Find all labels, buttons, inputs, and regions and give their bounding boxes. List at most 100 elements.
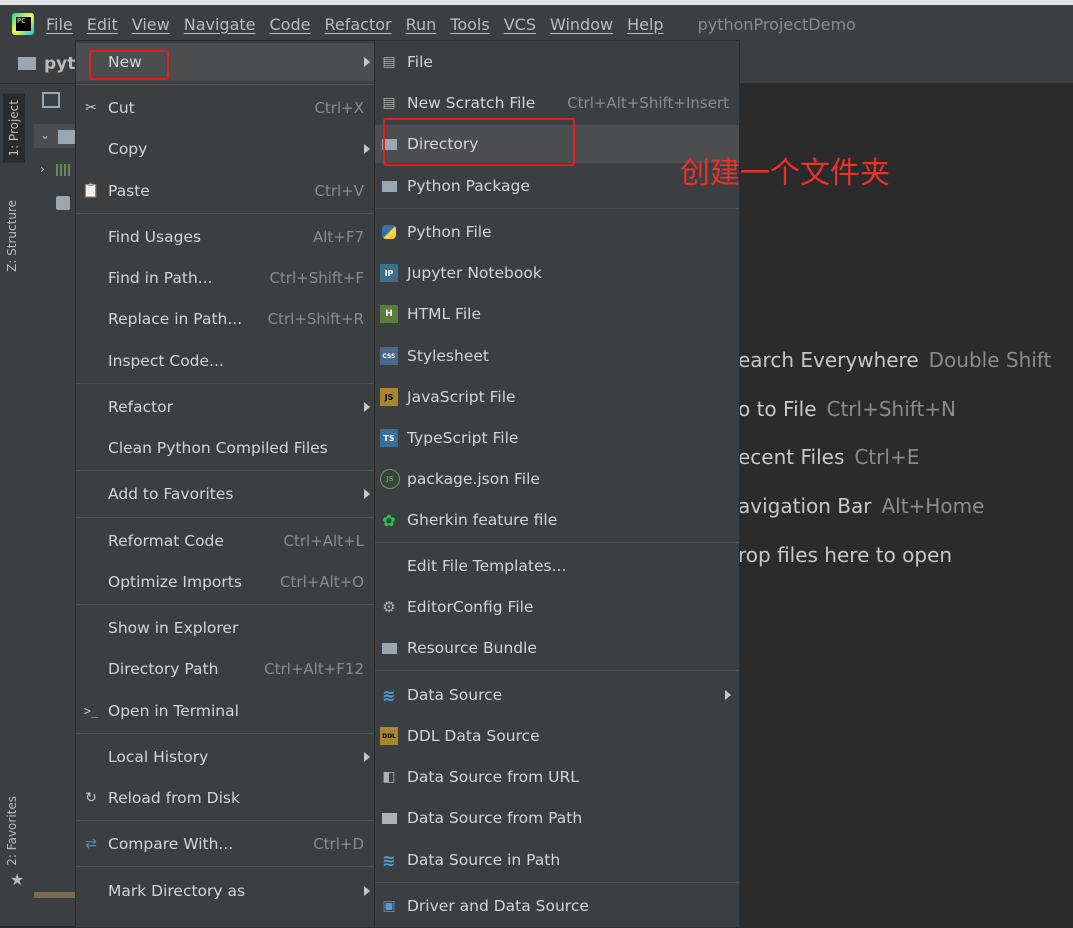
submenu-scratch-file[interactable]: ▤ New Scratch File Ctrl+Alt+Shift+Insert [375,84,739,122]
submenu-html-label: HTML File [407,305,481,323]
menu-reformat-code[interactable]: Reformat Code Ctrl+Alt+L [76,522,374,560]
annotation-text: 创建一个文件夹 [680,156,890,191]
menu-clean-compiled[interactable]: Clean Python Compiled Files [76,429,374,467]
menu-reload-from-disk[interactable]: ↻ Reload from Disk [76,779,374,817]
menu-show-in-explorer[interactable]: Show in Explorer [76,609,374,647]
menu-optimize-shortcut: Ctrl+Alt+O [280,573,364,591]
menu-find-in-path-shortcut: Ctrl+Shift+F [269,269,364,287]
menu-copy-label: Copy [108,140,148,158]
menu-copy[interactable]: Copy [76,130,374,168]
submenu-html[interactable]: H HTML File [375,295,739,333]
chevron-down-icon[interactable]: ⌄ [40,128,50,142]
submenu-ds-in-path[interactable]: ≋ Data Source in Path [375,841,739,879]
menu-terminal-label: Open in Terminal [108,702,239,720]
menu-inspect-code-label: Inspect Code... [108,352,224,370]
menu-find-in-path[interactable]: Find in Path... Ctrl+Shift+F [76,259,374,297]
tab-structure[interactable]: Z: Structure [5,200,19,272]
submenu-ddl-data-source[interactable]: DDL DDL Data Source [375,717,739,755]
menu-run[interactable]: Run [406,15,437,34]
html-file-icon: H [380,305,398,323]
submenu-ds-from-url[interactable]: ◧ Data Source from URL [375,758,739,796]
menu-replace-in-path[interactable]: Replace in Path... Ctrl+Shift+R [76,300,374,338]
menu-local-history[interactable]: Local History [76,738,374,776]
pycharm-logo-icon: PC [12,13,34,35]
submenu-gherkin[interactable]: ✿ Gherkin feature file [375,501,739,539]
menu-file[interactable]: File [46,15,73,34]
separator [76,517,374,518]
submenu-package-json[interactable]: JS package.json File [375,460,739,498]
menu-paste-shortcut: Ctrl+V [314,182,364,200]
submenu-typescript[interactable]: TS TypeScript File [375,419,739,457]
database-icon: ≋ [382,685,396,705]
menu-code[interactable]: Code [270,15,311,34]
chevron-right-icon[interactable]: › [40,162,45,176]
css-file-icon: CSS [380,347,398,365]
menu-view[interactable]: View [132,15,170,34]
menu-navigate[interactable]: Navigate [184,15,256,34]
url-datasource-icon: ◧ [382,769,396,785]
submenu-editorconfig[interactable]: ⚙ EditorConfig File [375,588,739,626]
menu-window[interactable]: Window [550,15,613,34]
menu-tools[interactable]: Tools [450,15,489,34]
submenu-stylesheet[interactable]: CSS Stylesheet [375,337,739,375]
project-view-icon [42,92,60,108]
chevron-right-icon [364,57,370,67]
menu-vcs[interactable]: VCS [504,15,536,34]
menu-open-terminal[interactable]: >_ Open in Terminal [76,692,374,730]
tab-project[interactable]: 1: Project [3,94,25,163]
hint-label: avigation Bar [738,494,872,518]
scissors-icon: ✂ [85,100,97,116]
annotation-box-new [89,50,169,80]
python-file-icon [380,223,398,241]
menu-find-usages[interactable]: Find Usages Alt+F7 [76,218,374,256]
menu-paste[interactable]: 📋 Paste Ctrl+V [76,172,374,210]
menu-cut[interactable]: ✂ Cut Ctrl+X [76,89,374,127]
submenu-resource-bundle[interactable]: Resource Bundle [375,629,739,667]
submenu-driver-data-source[interactable]: ▣ Driver and Data Source [375,887,739,925]
menu-refactor[interactable]: Refactor [76,388,374,426]
menu-inspect-code[interactable]: Inspect Code... [76,342,374,380]
menu-refactor-label: Refactor [108,398,174,416]
submenu-ts-label: TypeScript File [407,429,519,447]
hint-shortcut: Double Shift [928,348,1052,372]
chevron-right-icon [364,402,370,412]
submenu-jupyter-label: Jupyter Notebook [407,264,542,282]
hint-shortcut: Ctrl+E [854,445,920,469]
project-title: pythonProjectDemo [697,14,856,34]
submenu-gherkin-label: Gherkin feature file [407,511,558,529]
js-file-icon: JS [380,388,398,406]
reload-icon: ↻ [85,790,97,806]
submenu-file[interactable]: ▤ File [375,43,739,81]
hint-label: o to File [738,397,817,421]
submenu-edit-templates[interactable]: Edit File Templates... [375,547,739,585]
menu-cut-shortcut: Ctrl+X [314,99,364,117]
menu-help[interactable]: Help [627,15,663,34]
main-menubar: PC File Edit View Navigate Code Refactor… [0,5,1073,43]
submenu-data-source[interactable]: ≋ Data Source [375,676,739,714]
menu-paste-label: Paste [108,182,150,200]
menu-refactor[interactable]: Refactor [324,15,391,34]
submenu-ds-url-label: Data Source from URL [407,768,579,786]
menu-compare-with[interactable]: ⇄ Compare With... Ctrl+D [76,825,374,863]
submenu-resource-bundle-label: Resource Bundle [407,639,537,657]
submenu-data-source-label: Data Source [407,686,503,704]
menu-directory-path[interactable]: Directory Path Ctrl+Alt+F12 [76,650,374,688]
submenu-python-file[interactable]: Python File [375,213,739,251]
menu-reformat-shortcut: Ctrl+Alt+L [283,532,365,550]
menu-edit[interactable]: Edit [87,15,118,34]
separator [76,604,374,605]
submenu-stylesheet-label: Stylesheet [407,347,489,365]
tab-favorites[interactable]: 2: Favorites [5,796,19,866]
menu-mark-directory[interactable]: Mark Directory as [76,872,374,910]
submenu-package-json-label: package.json File [407,470,540,488]
annotation-box-directory [383,118,575,166]
submenu-ds-from-path[interactable]: Data Source from Path [375,799,739,837]
submenu-javascript[interactable]: JS JavaScript File [375,378,739,416]
submenu-jupyter[interactable]: IP Jupyter Notebook [375,254,739,292]
menu-compare-shortcut: Ctrl+D [313,835,364,853]
separator [76,866,374,867]
menu-add-favorites[interactable]: Add to Favorites [76,475,374,513]
bundle-icon [380,639,398,657]
compare-icon: ⇄ [85,836,97,852]
menu-optimize-imports[interactable]: Optimize Imports Ctrl+Alt+O [76,563,374,601]
